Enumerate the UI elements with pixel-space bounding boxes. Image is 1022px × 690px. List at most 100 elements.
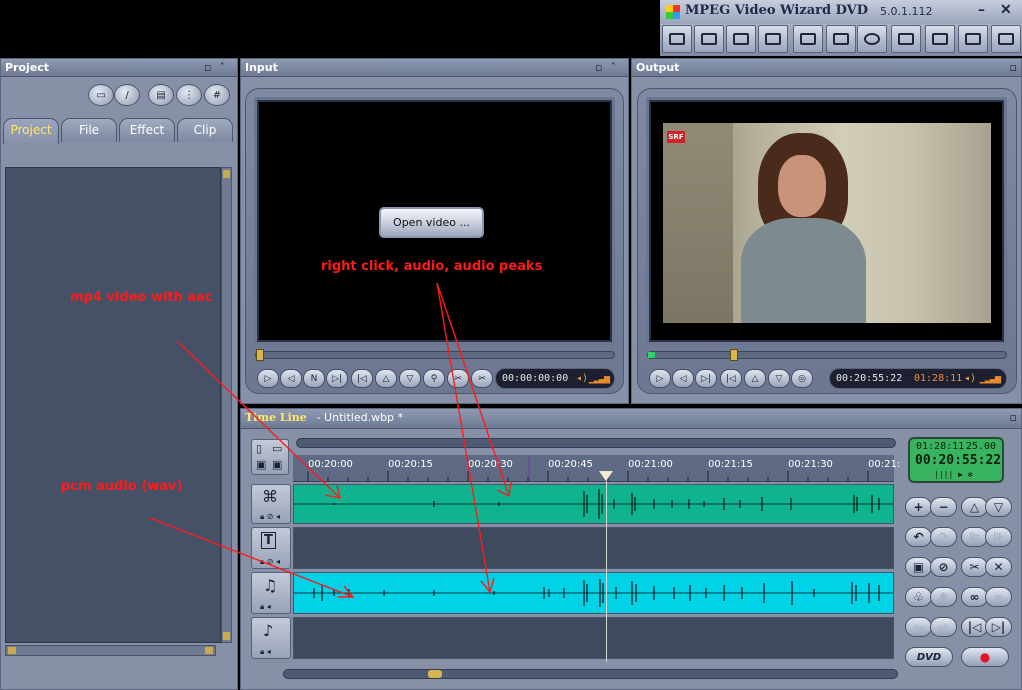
save-file-icon[interactable]: ▣ [256, 458, 266, 471]
project-hscroll[interactable] [5, 645, 216, 656]
split-clip-button[interactable]: ✂ [961, 557, 988, 577]
audio-track-head[interactable]: ♫ 🔒︎ ◂ [251, 572, 291, 614]
split-icon[interactable]: ⚲ [423, 369, 445, 388]
export-icon[interactable] [891, 25, 921, 53]
link-button[interactable]: ∞ [961, 587, 988, 607]
tab-project[interactable]: Project [3, 118, 59, 144]
timeline-zoom-bar[interactable] [296, 438, 896, 448]
scroll-up-icon[interactable] [223, 170, 230, 178]
video-track[interactable] [293, 484, 894, 524]
output-seek-thumb[interactable] [730, 349, 738, 361]
grid-icon[interactable]: # [204, 84, 230, 106]
move-down-button[interactable]: ▽ [985, 497, 1012, 517]
new-file-icon[interactable]: ▯ [256, 442, 262, 455]
text-track[interactable] [293, 527, 894, 569]
monitor-icon[interactable] [726, 25, 756, 53]
clapper-icon[interactable] [662, 25, 692, 53]
transition-button[interactable]: ✱ [930, 587, 957, 607]
timeline-scroll-thumb[interactable] [428, 670, 442, 678]
scroll-right-icon[interactable] [205, 647, 213, 654]
tree-icon[interactable]: ⋮ [176, 84, 202, 106]
dvd-icon[interactable] [857, 25, 887, 53]
next-frame-icon[interactable]: ▷| [695, 369, 717, 388]
align-left-button[interactable]: ⊫ [961, 527, 988, 547]
volume-level-icon[interactable]: ▁▂▃▅ [589, 369, 610, 388]
next-frame-icon[interactable]: ▷| [326, 369, 348, 388]
open-video-button[interactable]: Open video ... [379, 207, 484, 238]
wand-icon[interactable]: / [114, 84, 140, 106]
nudge-left-button[interactable]: ⇦ [905, 617, 932, 637]
scroll-down-icon[interactable] [223, 632, 230, 640]
unlink-button[interactable]: ∞ [985, 587, 1012, 607]
zoom-in-button[interactable]: + [905, 497, 932, 517]
properties-icon[interactable]: ▤ [148, 84, 174, 106]
film-icon[interactable] [694, 25, 724, 53]
align-right-button[interactable]: ⊪ [985, 527, 1012, 547]
mic-track[interactable] [293, 617, 894, 659]
save-as-icon[interactable]: ▣ [272, 458, 282, 471]
redo-button[interactable]: ↷ [930, 527, 957, 547]
dvd-button[interactable]: DVD [905, 647, 953, 667]
record-button[interactable]: ● [961, 647, 1009, 667]
move-up-button[interactable]: △ [961, 497, 988, 517]
nudge-right-button[interactable]: ⇨ [930, 617, 957, 637]
lock-icon[interactable]: 🔒︎ ◂ [260, 602, 271, 612]
scroll-left-icon[interactable] [8, 647, 16, 654]
volume-icon[interactable]: ◂) [964, 369, 976, 388]
playhead-line[interactable] [606, 481, 607, 662]
mark-in-icon[interactable]: △ [744, 369, 766, 388]
effects-button[interactable]: ♧ [905, 587, 932, 607]
output-seek-bar[interactable] [647, 349, 1007, 361]
mark-out-icon[interactable]: ▽ [768, 369, 790, 388]
mark-in-icon[interactable]: △ [375, 369, 397, 388]
go-start-icon[interactable]: |◁ [720, 369, 742, 388]
audio-track[interactable] [293, 572, 894, 614]
video-track-head[interactable]: ⌘ 🔒︎ ⊘ ◂ [251, 484, 291, 524]
snapshot-icon[interactable]: ◎ [791, 369, 813, 388]
tag-icon[interactable] [958, 25, 988, 53]
mic-track-head[interactable]: ♪ 🔒︎ ◂ [251, 617, 291, 659]
close-icon[interactable]: ✕ [1000, 2, 1012, 18]
text-track-head[interactable]: T 🔒︎ ⊘ ◂ [251, 527, 291, 569]
project-list[interactable] [5, 167, 221, 643]
play-icon[interactable]: ▷ [649, 369, 671, 388]
panel-restore-icon[interactable]: ▫ [1010, 409, 1017, 427]
lock-icon[interactable]: 🔒︎ ⊘ ◂ [260, 557, 280, 567]
delete-button[interactable]: ✕ [985, 557, 1012, 577]
open-file-icon[interactable]: ▭ [272, 442, 282, 455]
play-icon[interactable]: ▷ [257, 369, 279, 388]
go-start-icon[interactable]: |◁ [351, 369, 373, 388]
cut-icon[interactable]: ✂ [447, 369, 469, 388]
panel-restore-icon[interactable]: ▫ˆ [595, 59, 624, 77]
exit-icon[interactable] [991, 25, 1021, 53]
tab-effect[interactable]: Effect [119, 118, 175, 142]
tab-file[interactable]: File [61, 118, 117, 142]
lock-icon[interactable]: 🔒︎ ⊘ ◂ [260, 512, 280, 522]
project-vscroll[interactable] [221, 167, 232, 643]
tab-clip[interactable]: Clip [177, 118, 233, 142]
volume-icon[interactable]: ◂) [576, 369, 588, 388]
zoom-out-button[interactable]: − [930, 497, 957, 517]
timeline-hscroll[interactable] [283, 669, 898, 679]
volume-level-icon[interactable]: ▁▂▃▅ [980, 369, 1001, 388]
timeline-ruler[interactable]: 00:20:00 00:20:15 00:20:30 00:20:45 00:2… [293, 455, 900, 482]
panel-restore-icon[interactable]: ▫ˆ [204, 59, 233, 77]
folder-open-icon[interactable]: ▭ [88, 84, 114, 106]
prev-frame-icon[interactable]: ◁ [672, 369, 694, 388]
disable-button[interactable]: ⊘ [930, 557, 957, 577]
playhead-marker[interactable] [599, 471, 613, 481]
edit-icon[interactable] [826, 25, 856, 53]
undo-button[interactable]: ↶ [905, 527, 932, 547]
prev-edit-button[interactable]: |◁ [961, 617, 988, 637]
keyboard-icon[interactable] [793, 25, 823, 53]
prev-frame-icon[interactable]: ◁ [280, 369, 302, 388]
lock-button[interactable]: ▣ [905, 557, 932, 577]
minimize-icon[interactable]: – [978, 2, 985, 18]
input-seek-bar[interactable] [255, 349, 615, 361]
panel-restore-icon[interactable]: ▫ [1010, 59, 1017, 77]
input-seek-thumb[interactable] [256, 349, 264, 361]
output-video-screen[interactable]: SRF [649, 100, 1004, 342]
next-edit-button[interactable]: ▷| [985, 617, 1012, 637]
lock-icon[interactable]: 🔒︎ ◂ [260, 647, 271, 657]
layout-icon[interactable] [925, 25, 955, 53]
